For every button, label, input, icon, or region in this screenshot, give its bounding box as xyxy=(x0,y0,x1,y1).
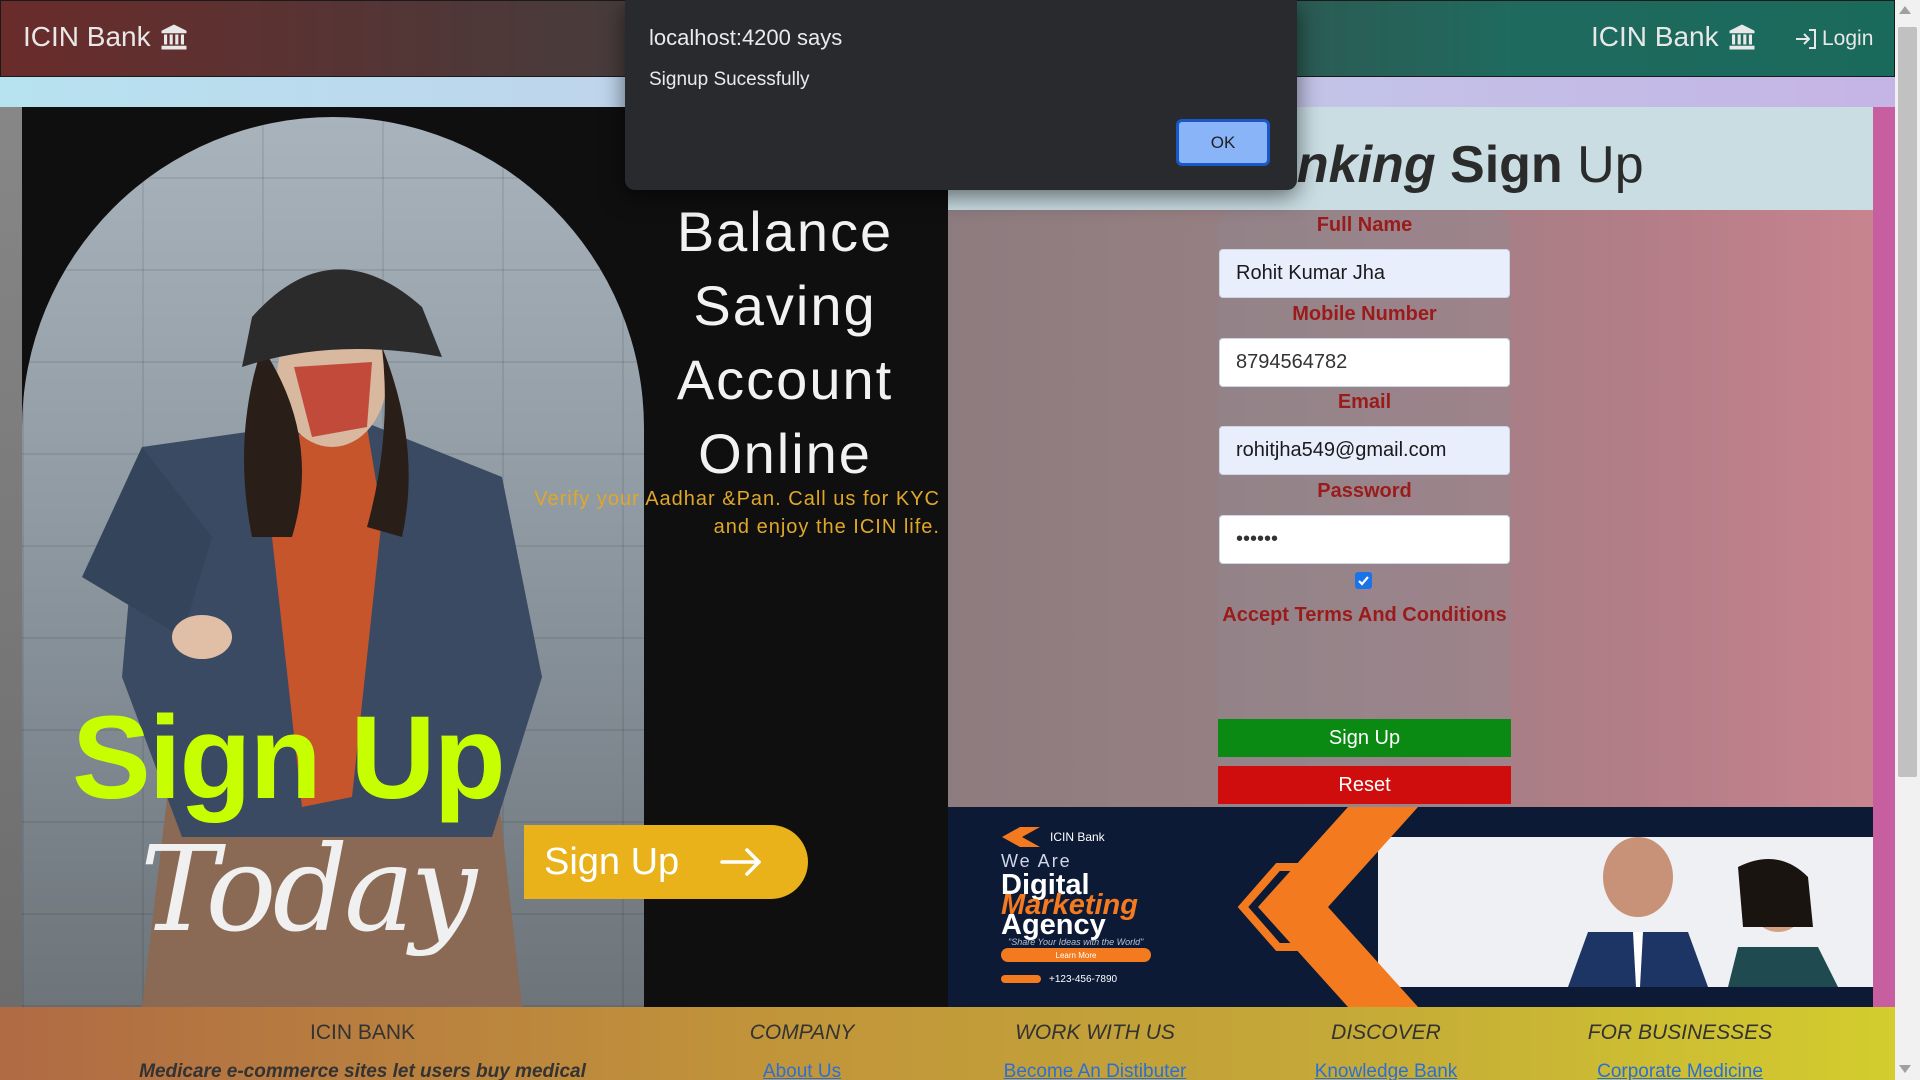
poster-subtitle: Verify your Aadhar &Pan. Call us for KYC… xyxy=(534,488,940,538)
email-label: Email xyxy=(1337,391,1392,413)
scroll-down-arrow-icon[interactable] xyxy=(1899,1065,1911,1073)
title-part: Up xyxy=(1577,136,1644,194)
arrow-right-icon xyxy=(720,848,761,876)
poster-edge xyxy=(0,107,22,1007)
mobile-input[interactable] xyxy=(1219,338,1510,387)
reset-button[interactable]: Reset xyxy=(1218,766,1511,804)
ok-button[interactable]: OK xyxy=(1176,119,1270,166)
footer-link-corporate-medicine[interactable]: Corporate Medicine xyxy=(1560,1061,1800,1080)
full-name-label: Full Name xyxy=(1316,214,1413,236)
footer-column: DISCOVER Knowledge Bank xyxy=(1286,1021,1486,1080)
footer-column: COMPANY About Us xyxy=(702,1021,902,1080)
login-link[interactable]: Login xyxy=(1794,27,1873,51)
poster-title: Balance Saving Account Online xyxy=(650,195,920,491)
full-name-input[interactable] xyxy=(1219,249,1510,298)
page-title: anking Sign Up xyxy=(1268,135,1644,195)
brand-link-right[interactable]: ICIN Bank xyxy=(1591,21,1757,53)
title-part: Sign xyxy=(1450,136,1563,194)
footer-link-about-us[interactable]: About Us xyxy=(702,1061,902,1080)
footer-link-distributer[interactable]: Become An Distibuter xyxy=(970,1061,1220,1080)
footer-heading: FOR BUSINESSES xyxy=(1587,1021,1773,1044)
poster-title-line: Saving xyxy=(693,274,877,337)
ad-banner[interactable]: ICIN Bank We Are Digital Marketing Agenc… xyxy=(948,807,1873,1007)
terms-checkbox[interactable] xyxy=(1355,572,1372,589)
brand-label: ICIN Bank xyxy=(1591,21,1719,52)
mobile-label: Mobile Number xyxy=(1292,303,1437,325)
footer-description: Medicare e-commerce sites let users buy … xyxy=(139,1061,586,1080)
footer-heading: COMPANY xyxy=(749,1021,855,1044)
brand-label: ICIN Bank xyxy=(23,21,151,52)
footer-heading: ICIN BANK xyxy=(309,1021,416,1044)
footer-heading: WORK WITH US xyxy=(1015,1021,1175,1044)
decorative-side-stripe xyxy=(1873,107,1895,1007)
dialog-message: Signup Sucessfully xyxy=(649,69,810,90)
poster-headline: Sign Up xyxy=(72,692,506,824)
scrollbar-thumb[interactable] xyxy=(1898,27,1917,777)
terms-label: Accept Terms And Conditions xyxy=(1222,604,1507,626)
scroll-up-arrow-icon[interactable] xyxy=(1899,6,1911,14)
dialog-title: localhost:4200 says xyxy=(649,25,843,50)
password-label: Password xyxy=(1317,480,1412,502)
bank-icon xyxy=(1729,24,1755,50)
password-input[interactable] xyxy=(1219,515,1510,564)
footer-link-knowledge-bank[interactable]: Knowledge Bank xyxy=(1286,1061,1486,1080)
signup-button[interactable]: Sign Up xyxy=(1218,719,1511,757)
poster-title-line: Balance xyxy=(676,200,894,263)
poster-title-line: Account xyxy=(676,348,894,411)
login-label: Login xyxy=(1822,27,1874,50)
ad-frame-graphic xyxy=(1237,807,1418,1007)
footer: ICIN BANK Medicare e-commerce sites let … xyxy=(0,1007,1895,1080)
email-input[interactable] xyxy=(1219,426,1510,475)
footer-column: ICIN BANK Medicare e-commerce sites let … xyxy=(100,1021,625,1080)
poster-button-label: Sign Up xyxy=(544,840,680,883)
sign-in-icon xyxy=(1796,29,1816,49)
brand-link-left[interactable]: ICIN Bank xyxy=(23,21,189,53)
signup-form xyxy=(1218,210,1511,807)
check-icon xyxy=(1358,576,1369,586)
poster-signup-button[interactable]: Sign Up xyxy=(524,825,808,899)
footer-column: FOR BUSINESSES Corporate Medicine xyxy=(1560,1021,1800,1080)
bank-icon xyxy=(161,24,187,50)
footer-column: WORK WITH US Become An Distibuter xyxy=(970,1021,1220,1080)
poster-title-line: Online xyxy=(698,422,872,485)
poster-script-word: Today xyxy=(140,820,477,958)
footer-heading: DISCOVER xyxy=(1331,1021,1441,1044)
alert-dialog: localhost:4200 says Signup Sucessfully O… xyxy=(625,0,1297,190)
